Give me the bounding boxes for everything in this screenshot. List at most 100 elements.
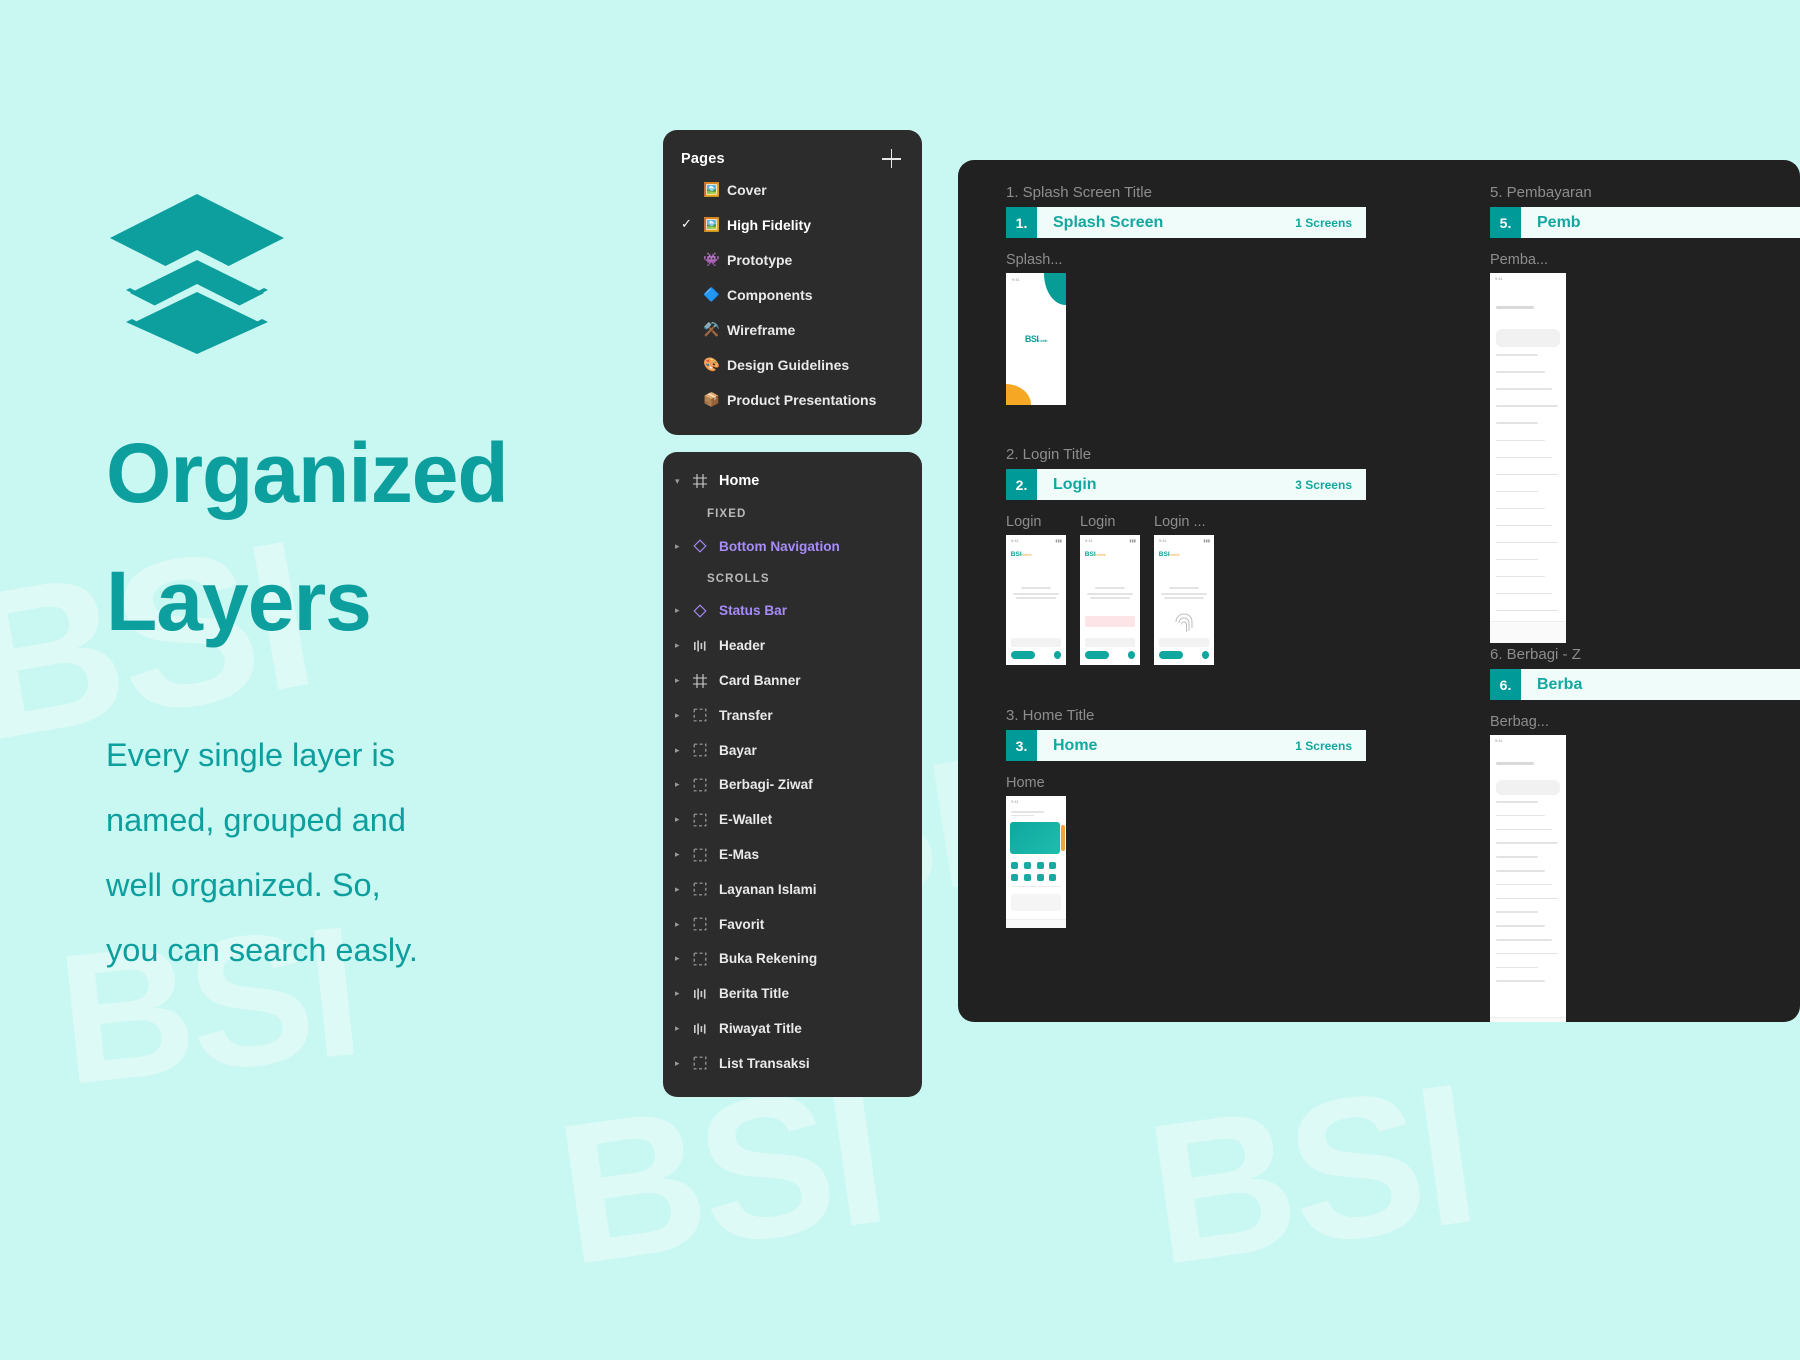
phone-preview[interactable]: 9:41: [1006, 796, 1066, 928]
page-item-wireframe[interactable]: ⚒️ Wireframe: [663, 312, 922, 347]
section-title-bar[interactable]: 2. Login 3 Screens: [1006, 469, 1366, 500]
autolayout-icon: [693, 987, 719, 1001]
screen-count-badge: 1 Screens: [1295, 738, 1352, 753]
section-caption: 2. Login Title: [1006, 446, 1092, 463]
group-icon: [693, 952, 719, 966]
check-icon: [681, 294, 703, 296]
layer-row-list-transaksi[interactable]: ▸ List Transaksi: [663, 1046, 922, 1081]
description-line-3: well organized. So,: [106, 867, 381, 904]
phone-preview[interactable]: 9:41 ▮▮▮ BSImobile: [1006, 535, 1066, 665]
chevron-right-icon[interactable]: ▸: [675, 780, 693, 789]
watermark-bsi-4: BSI: [1135, 1041, 1486, 1308]
chevron-right-icon[interactable]: ▸: [675, 850, 693, 859]
screen-thumbnail[interactable]: Login 9:41 ▮▮▮ BSImobile: [1080, 514, 1140, 665]
pages-panel-header: Pages: [663, 146, 922, 172]
check-icon: [681, 189, 703, 191]
board-section-4: 5. Pembayaran 5. Pemb Pemba... 9:41: [1490, 184, 1800, 643]
chevron-right-icon[interactable]: ▸: [675, 1058, 693, 1068]
chevron-right-icon[interactable]: ▸: [675, 884, 693, 894]
layer-row-e-wallet[interactable]: ▸ E-Wallet: [663, 802, 922, 837]
layer-row-header[interactable]: ▸ Header: [663, 628, 922, 663]
autolayout-icon: [693, 639, 719, 653]
page-item-prototype[interactable]: 👾 Prototype: [663, 242, 922, 277]
section-name: Pemb: [1537, 213, 1581, 231]
screen-count-badge: 1 Screens: [1295, 215, 1352, 230]
chevron-right-icon[interactable]: ▸: [675, 815, 693, 824]
thumbnail-row: Home 9:41: [1006, 775, 1366, 928]
section-title-bar[interactable]: 6. Berba: [1490, 669, 1800, 700]
layer-row-status-bar[interactable]: ▸ Status Bar: [663, 594, 922, 629]
layers-panel: ▾ Home FIXED ▸ Bottom Navigation SCROLLS ▸ St…: [663, 452, 922, 1097]
thumbnail-row: Login 9:41 ▮▮▮ BSImobile Login 9:41 ▮▮▮ BSImobi…: [1006, 514, 1366, 665]
layer-row-home[interactable]: ▾ Home: [663, 464, 922, 499]
page-item-cover[interactable]: 🖼️ Cover: [663, 172, 922, 207]
phone-preview[interactable]: 9:41 ▮▮▮ BSImobile: [1080, 535, 1140, 665]
layer-row-riwayat-title[interactable]: ▸ Riwayat Title: [663, 1011, 922, 1046]
layer-label: Berbagi- Ziwaf: [719, 777, 813, 793]
layer-row-favorit[interactable]: ▸ Favorit: [663, 907, 922, 942]
page-item-product-presentations[interactable]: 📦 Product Presentations: [663, 382, 922, 417]
phone-preview[interactable]: 9:41: [1490, 273, 1566, 643]
page-item-design-guidelines[interactable]: 🎨 Design Guidelines: [663, 347, 922, 382]
page-item-high-fidelity[interactable]: ✓ 🖼️ High Fidelity: [663, 207, 922, 242]
phone-preview[interactable]: 9:41 ▮▮▮ BSImobile: [1154, 535, 1214, 665]
section-title-bar[interactable]: 5. Pemb: [1490, 207, 1800, 238]
layer-label: List Transaksi: [719, 1055, 810, 1071]
section-caption: 6. Berbagi - Z: [1490, 646, 1581, 663]
diamond-icon: 🔷: [703, 286, 720, 302]
layer-row-buka-rekening[interactable]: ▸ Buka Rekening: [663, 942, 922, 977]
chevron-right-icon[interactable]: ▸: [675, 606, 693, 615]
screen-thumbnail[interactable]: Home 9:41: [1006, 775, 1066, 928]
screen-thumbnail[interactable]: Berbag... 9:41: [1490, 714, 1566, 1022]
chevron-right-icon[interactable]: ▸: [675, 676, 693, 685]
layer-row-berita-title[interactable]: ▸ Berita Title: [663, 976, 922, 1011]
group-icon: [693, 743, 719, 757]
screen-count-badge: 3 Screens: [1295, 477, 1352, 492]
autolayout-icon: [693, 1022, 719, 1036]
layer-label: Buka Rekening: [719, 951, 818, 967]
thumbnail-caption: Login ...: [1154, 514, 1206, 530]
section-caption: 5. Pembayaran: [1490, 184, 1592, 201]
layer-row-bayar[interactable]: ▸ Bayar: [663, 733, 922, 768]
chevron-right-icon[interactable]: ▸: [675, 745, 693, 755]
group-icon: [693, 813, 719, 827]
layers-stack-icon: [106, 186, 288, 358]
layer-row-layanan-islami[interactable]: ▸ Layanan Islami: [663, 872, 922, 907]
layer-row-transfer[interactable]: ▸ Transfer: [663, 698, 922, 733]
component-icon: [693, 604, 719, 618]
page-item-label: Components: [727, 286, 813, 303]
page-item-label: Product Presentations: [727, 391, 877, 408]
layer-label: Card Banner: [719, 673, 801, 689]
layer-row-card-banner[interactable]: ▸ Card Banner: [663, 663, 922, 698]
section-title-bar[interactable]: 1. Splash Screen 1 Screens: [1006, 207, 1366, 238]
page-item-components[interactable]: 🔷 Components: [663, 277, 922, 312]
layer-row-bottom-navigation[interactable]: ▸ Bottom Navigation: [663, 529, 922, 564]
layer-row-berbagi-ziwaf[interactable]: ▸ Berbagi- Ziwaf: [663, 768, 922, 803]
chevron-right-icon[interactable]: ▸: [675, 710, 693, 720]
plus-icon[interactable]: [882, 149, 902, 169]
thumbnail-caption: Pemba...: [1490, 252, 1549, 268]
chevron-right-icon[interactable]: ▸: [675, 541, 693, 551]
board-section-2: 2. Login Title 2. Login 3 Screens Login 9:41 ▮…: [1006, 446, 1366, 665]
chevron-down-icon[interactable]: ▾: [675, 476, 693, 486]
frame-icon: [693, 474, 719, 489]
phone-preview[interactable]: 9:41: [1490, 735, 1566, 1022]
check-icon: [681, 364, 703, 366]
chevron-right-icon[interactable]: ▸: [675, 989, 693, 998]
layer-label: Status Bar: [719, 603, 787, 619]
thumbnail-caption: Login: [1006, 514, 1042, 530]
screen-thumbnail[interactable]: Pemba... 9:41: [1490, 252, 1566, 643]
chevron-right-icon[interactable]: ▸: [675, 641, 693, 650]
screen-thumbnail[interactable]: Login 9:41 ▮▮▮ BSImobile: [1006, 514, 1066, 665]
screen-thumbnail[interactable]: Login ... 9:41 ▮▮▮ BSImobile: [1154, 514, 1214, 665]
phone-preview[interactable]: 9:41 BSImobile: [1006, 273, 1066, 405]
page-item-label: Wireframe: [727, 321, 796, 338]
chevron-right-icon[interactable]: ▸: [675, 954, 693, 963]
layer-row-e-mas[interactable]: ▸ E-Mas: [663, 837, 922, 872]
chevron-right-icon[interactable]: ▸: [675, 919, 693, 929]
section-title-bar[interactable]: 3. Home 1 Screens: [1006, 730, 1366, 761]
chevron-right-icon[interactable]: ▸: [675, 1024, 693, 1033]
screen-thumbnail[interactable]: Splash... 9:41 BSImobile: [1006, 252, 1066, 405]
pages-panel-title: Pages: [681, 151, 725, 167]
layer-label: E-Wallet: [719, 812, 773, 828]
